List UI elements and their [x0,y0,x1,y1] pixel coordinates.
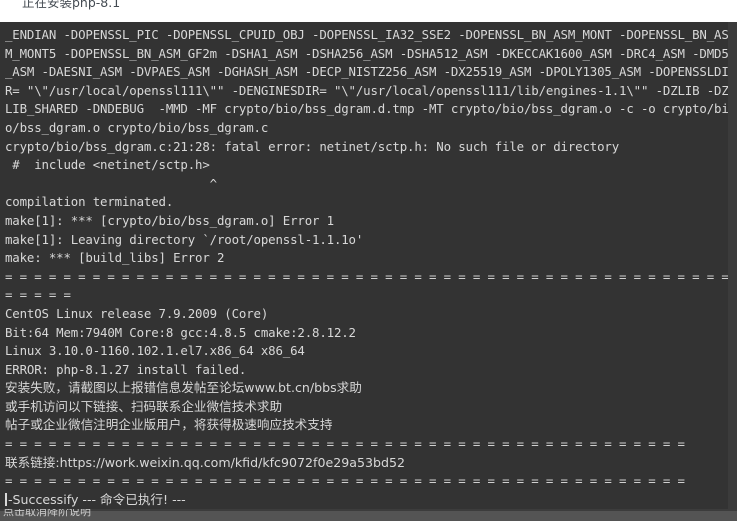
terminal-line: Linux 3.10.0-1160.102.1.el7.x86_64 x86_6… [5,343,305,359]
terminal-line: 或手机访问以下链接、扫码联系企业微信技术求助 [5,398,283,414]
terminal-line: # include <netinet/sctp.h> [5,157,210,173]
terminal-line: 安装失败，请截图以上报错信息发帖至论坛www.bt.cn/bbs求助 [5,380,362,396]
terminal-lines: _ENDIAN -DOPENSSL_PIC -DOPENSSL_CPUID_OB… [0,22,728,509]
status-bar-label: 点击取消降阶说明 [3,509,91,518]
terminal-line: LIB_SHARED -DNDEBUG -MMD -MF crypto/bio/… [5,101,728,117]
window-header: 正在安装php-8.1 [0,0,737,22]
terminal-line: compilation terminated. [5,194,174,210]
console-window: 正在安装php-8.1 _ENDIAN -DOPENSSL_PIC -DOPEN… [0,0,737,521]
terminal-line: _ENDIAN -DOPENSSL_PIC -DOPENSSL_CPUID_OB… [5,27,728,42]
vertical-scrollbar[interactable] [728,22,737,509]
terminal-line: _ASM -DAESNI_ASM -DVPAES_ASM -DGHASH_ASM… [5,64,728,80]
terminal-line: = = = = = = = = = = = = = = = = = = = = … [5,473,685,489]
terminal-line: = = = = = = = = = = = = = = = = = = = = … [5,436,685,452]
terminal-line: -Successify --- 命令已执行! --- [5,491,728,509]
status-bar[interactable]: 点击取消降阶说明 [0,509,737,521]
text-cursor-icon [5,492,7,506]
terminal-line: Bit:64 Mem:7940M Core:8 gcc:4.8.5 cmake:… [5,324,356,340]
page-title: 正在安装php-8.1 [22,0,121,10]
terminal-output[interactable]: _ENDIAN -DOPENSSL_PIC -DOPENSSL_CPUID_OB… [0,22,737,509]
terminal-line: = = = = = = = = = = = = = = = = = = = = … [5,268,728,284]
terminal-line: make[1]: *** [crypto/bio/bss_dgram.o] Er… [5,212,334,228]
terminal-line: o/bss_dgram.o crypto/bio/bss_dgram.c [5,119,269,135]
terminal-line-text: -Successify --- 命令已执行! --- [8,491,186,507]
terminal-line: make: *** [build_libs] Error 2 [5,250,225,266]
terminal-line: crypto/bio/bss_dgram.c:21:28: fatal erro… [5,138,620,154]
terminal-line: CentOS Linux release 7.9.2009 (Core) [5,305,269,321]
terminal-line: ERROR: php-8.1.27 install failed. [5,361,247,377]
terminal-line: ^ [5,175,217,191]
terminal-line: 帖子或企业微信注明企业版用户，将获得极速响应技术支持 [5,417,333,433]
terminal-line: R= "\"/usr/local/openssl111\"" -DENGINES… [5,82,728,98]
terminal-line: M_MONT5 -DOPENSSL_BN_ASM_GF2m -DSHA1_ASM… [5,45,728,61]
terminal-line: make[1]: Leaving directory `/root/openss… [5,231,364,247]
terminal-line: = = = = = [5,287,71,303]
terminal-line: 联系链接:https://work.weixin.qq.com/kfid/kfc… [5,454,405,470]
status-bar-divider [0,509,737,511]
